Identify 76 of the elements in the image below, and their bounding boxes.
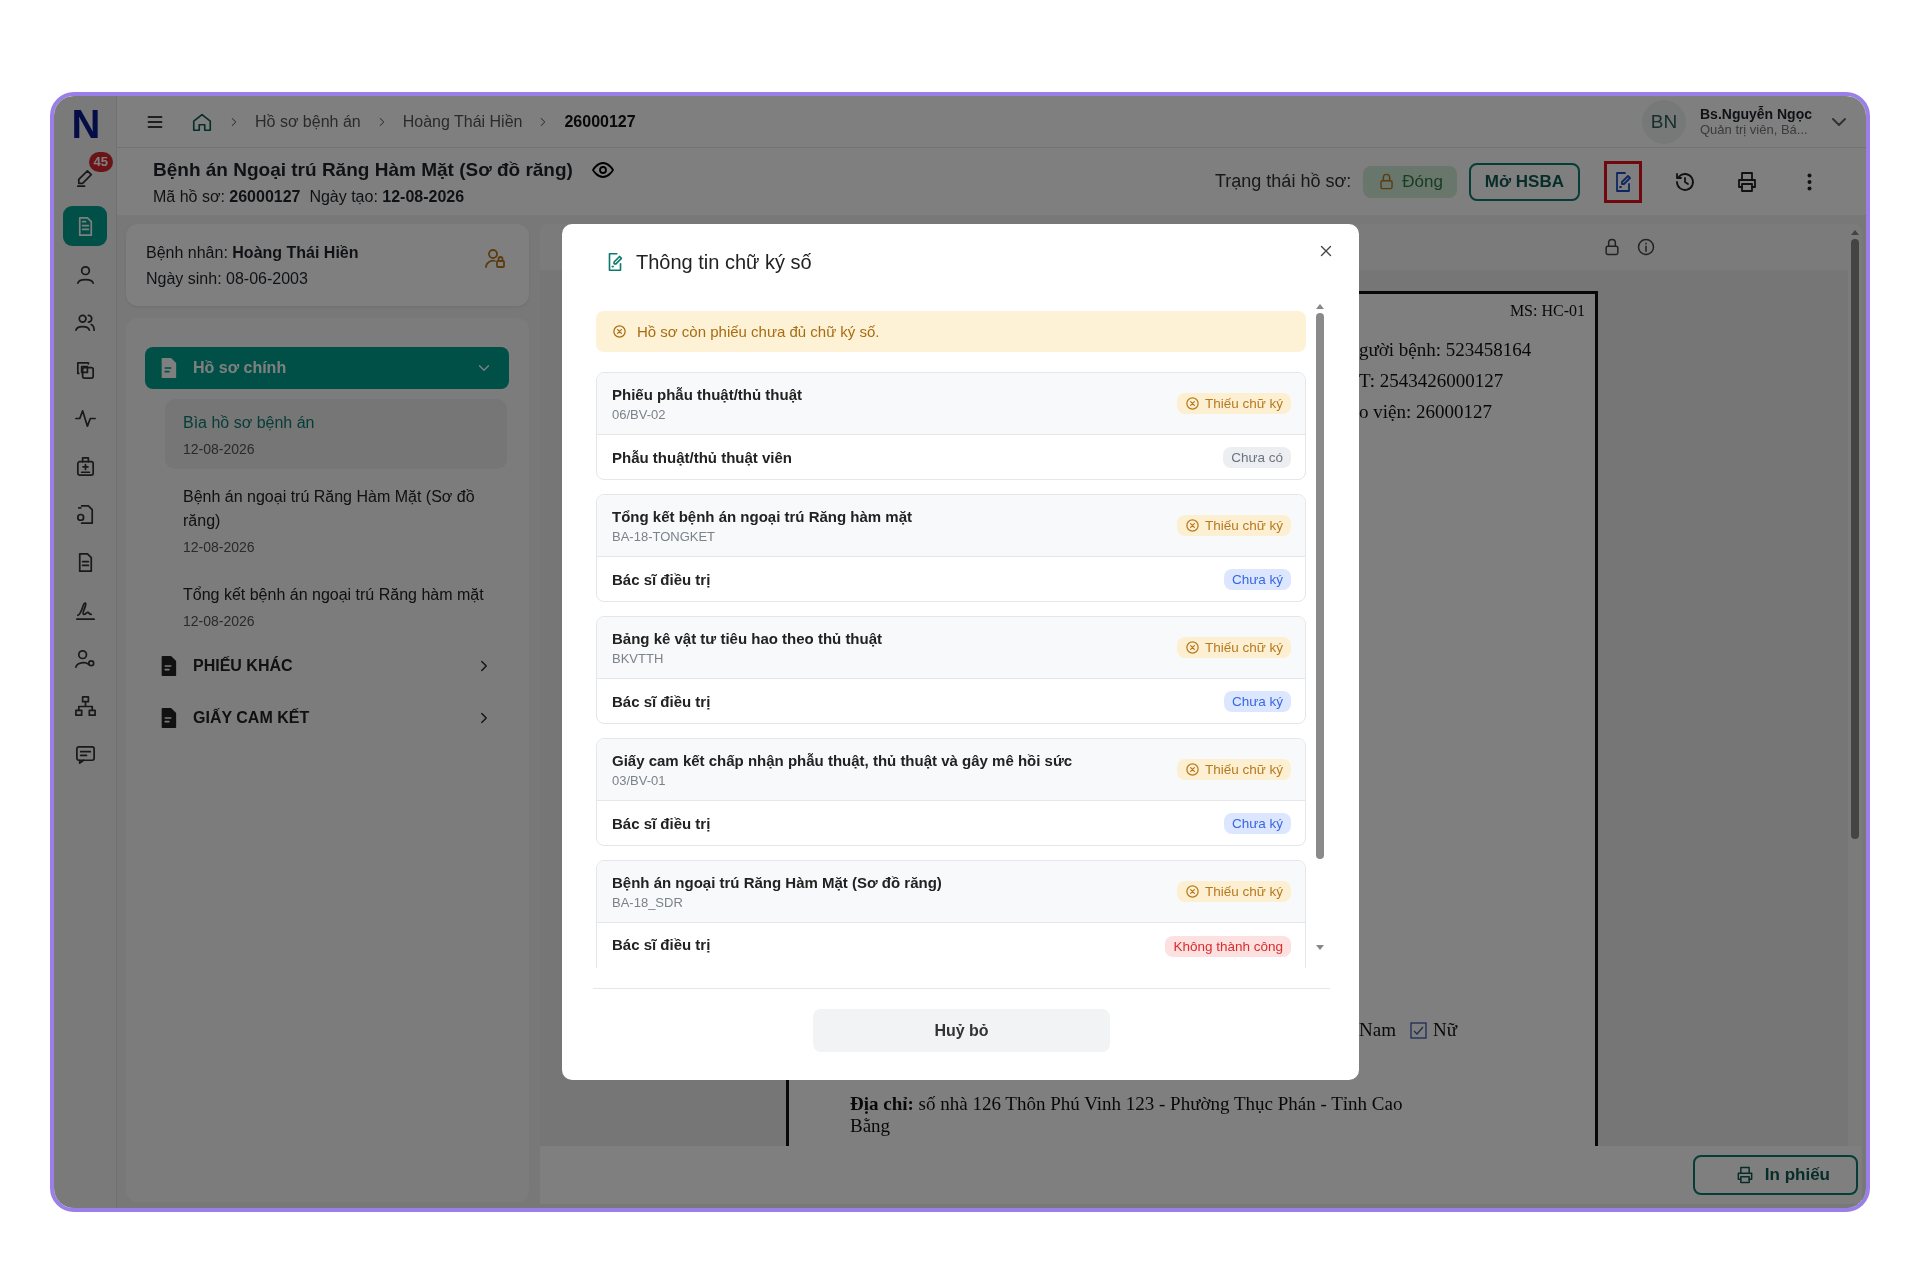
form-title: Tổng kết bệnh án ngoại trú Răng hàm mặt xyxy=(612,507,913,525)
form-title: Phiếu phẫu thuật/thủ thuật xyxy=(612,385,803,403)
status-badge: Thiếu chữ ký xyxy=(1176,637,1291,658)
document-line: T: 2543426000127 xyxy=(1359,369,1505,393)
nav-button[interactable] xyxy=(63,206,107,246)
scroll-up-icon[interactable] xyxy=(1316,304,1324,309)
breadcrumb-link[interactable]: Hoàng Thái Hiền xyxy=(402,112,523,131)
status-label: Trạng thái hồ sơ: xyxy=(1215,171,1352,192)
form-code: MS: HC-01 xyxy=(1509,302,1585,320)
status-badge: Thiếu chữ ký xyxy=(1176,515,1291,536)
print-button[interactable]: In phiếu xyxy=(1692,1155,1858,1195)
document-item[interactable]: Bệnh án ngoại trú Răng Hàm Mặt (Sơ đồ răng) 12-08-2026 xyxy=(165,473,507,567)
user-name: Bs.Nguyễn Ngọc xyxy=(1700,106,1812,122)
signer-role: Bác sĩ điều trị xyxy=(612,692,712,710)
form-code: 06/BV-02 xyxy=(612,406,667,422)
form-title: Giấy cam kết chấp nhận phẫu thuật, thủ thuật và gây mê hồi sức xyxy=(612,751,1074,769)
user-menu-button[interactable] xyxy=(1832,117,1846,126)
signer-role: Bác sĩ điều trị xyxy=(612,570,712,588)
form-title: Bệnh án ngoại trú Răng Hàm Mặt (Sơ đồ răng) xyxy=(612,873,943,891)
alert-text: Hồ sơ còn phiếu chưa đủ chữ ký số. xyxy=(637,323,880,340)
x-circle-icon xyxy=(1184,518,1200,533)
form-code: BA-18_SDR xyxy=(612,894,684,910)
x-circle-icon xyxy=(1184,884,1200,899)
status-badge: Chưa ký xyxy=(1223,690,1291,712)
signer-role: Bác sĩ điều trị xyxy=(612,814,712,832)
record-title: Bệnh án Ngoại trú Răng Hàm Mặt (Sơ đồ răng) xyxy=(153,158,573,181)
document-item[interactable]: Tổng kết bệnh án ngoại trú Răng hàm mặt 12-08-2026 xyxy=(165,571,507,641)
scroll-up-icon[interactable] xyxy=(1851,230,1859,235)
folder-item[interactable]: PHIẾU KHÁC xyxy=(145,645,509,687)
status-badge: Chưa ký xyxy=(1223,568,1291,590)
open-record-button[interactable]: Mở HSBA xyxy=(1468,162,1580,201)
x-circle-icon xyxy=(1184,396,1200,411)
x-circle-icon xyxy=(612,324,627,339)
user-role: Quản trị viên, Bá... xyxy=(1700,122,1809,137)
cancel-button[interactable]: Huỷ bỏ xyxy=(813,1009,1110,1052)
status-badge: Thiếu chữ ký xyxy=(1176,759,1291,780)
address-text: Địa chỉ: số nhà 126 Thôn Phú Vinh 123 - Phường Thục Phán - Tỉnh Cao Bằng xyxy=(849,1093,1404,1137)
signer-role: Phẫu thuật/thủ thuật viên xyxy=(612,448,793,466)
x-circle-icon xyxy=(1184,640,1200,655)
scroll-down-icon[interactable] xyxy=(1316,945,1324,950)
lock-icon xyxy=(1602,237,1622,257)
folder-item[interactable]: Hồ sơ chính xyxy=(145,347,509,389)
breadcrumb-link[interactable]: Hồ sơ bệnh án xyxy=(255,112,361,131)
dialog-title: Thông tin chữ ký số xyxy=(636,250,812,274)
document-line: o viện: 26000127 xyxy=(1359,400,1493,424)
document-item[interactable]: Bìa hồ sơ bệnh án 12-08-2026 xyxy=(165,399,507,469)
status-badge: Không thành công xyxy=(1165,936,1291,957)
status-badge: Chưa có xyxy=(1223,446,1291,468)
status-badge: Chưa ký xyxy=(1223,812,1291,834)
user-lock-icon xyxy=(483,246,507,270)
patient-name: Bệnh nhân: Hoàng Thái Hiền xyxy=(146,243,360,263)
gender-option: Nữ xyxy=(1432,1019,1457,1041)
status-badge: Thiếu chữ ký xyxy=(1176,881,1291,902)
document-line: gười bệnh: 523458164 xyxy=(1359,338,1533,362)
gender-option: Nam xyxy=(1359,1019,1396,1041)
toolbar-button[interactable] xyxy=(1604,160,1642,203)
chevron-down-icon xyxy=(1832,117,1846,126)
record-meta: Mã hồ sơ: 26000127 Ngày tạo: 12-08-2026 xyxy=(153,187,466,206)
birth-date: Ngày sinh: 08-06-2003 xyxy=(146,269,309,289)
x-circle-icon xyxy=(1184,762,1200,777)
form-code: BA-18-TONGKET xyxy=(612,528,717,544)
form-code: 03/BV-01 xyxy=(612,772,667,788)
info-icon xyxy=(1636,237,1656,257)
app-logo[interactable]: N xyxy=(71,102,99,146)
printer-icon xyxy=(1735,169,1759,194)
more-icon xyxy=(1806,171,1812,192)
folder-item[interactable]: GIẤY CAM KẾT xyxy=(145,697,509,739)
user-avatar[interactable]: BN xyxy=(1642,99,1686,144)
sitemap-icon xyxy=(73,694,97,718)
signer-role: Bác sĩ điều trị xyxy=(612,936,712,953)
breadcrumb-link[interactable]: 26000127 xyxy=(564,112,636,131)
form-code: BKVTTH xyxy=(612,650,665,666)
status-badge: Thiếu chữ ký xyxy=(1176,393,1291,414)
status-pill: Đóng xyxy=(1363,165,1457,198)
count-badge: 45 xyxy=(88,152,113,172)
form-title: Bảng kê vật tư tiêu hao theo thủ thuật xyxy=(612,629,884,647)
